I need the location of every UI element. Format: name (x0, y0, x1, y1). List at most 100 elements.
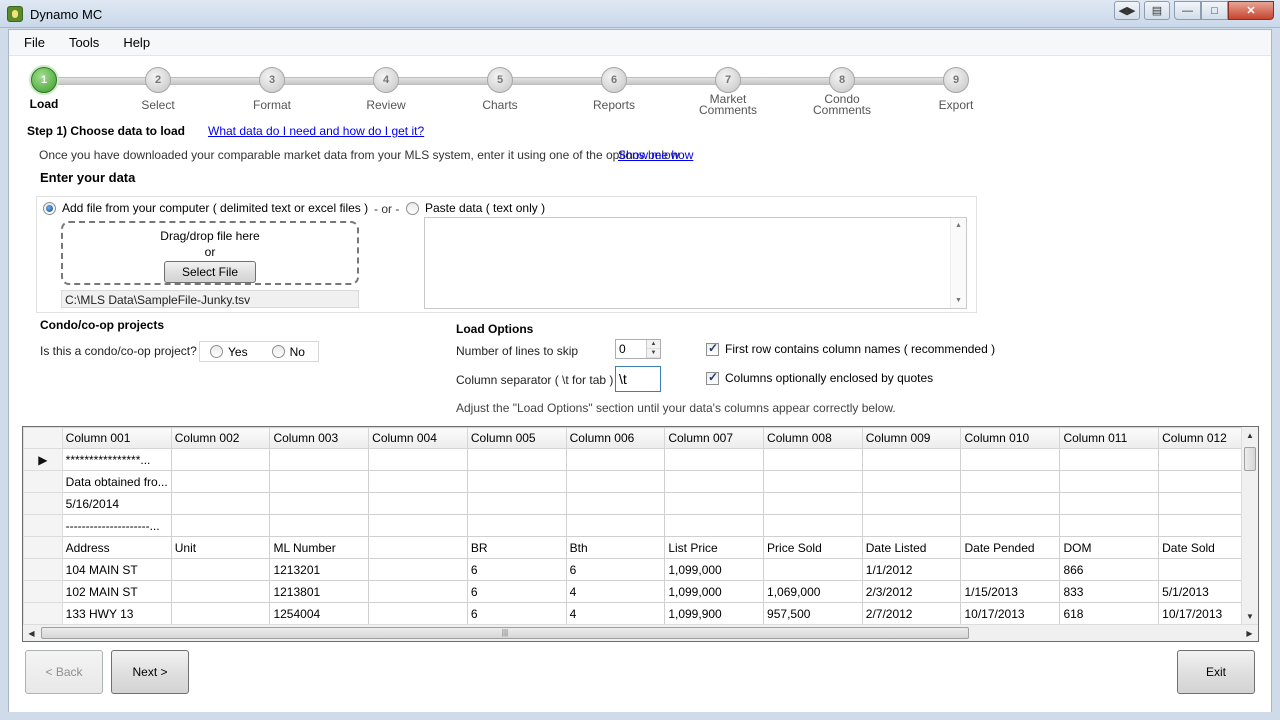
grid-cell[interactable] (269, 448, 370, 471)
paste-option-radio[interactable] (406, 201, 419, 215)
grid-cell[interactable]: Address (61, 536, 172, 559)
grid-cell[interactable] (1059, 470, 1160, 493)
grid-cell[interactable] (466, 492, 567, 515)
grid-cell[interactable] (763, 470, 863, 493)
grid-cell[interactable] (466, 448, 567, 471)
quotes-option[interactable]: Columns optionally enclosed by quotes (706, 370, 933, 385)
grid-cell[interactable] (960, 514, 1061, 537)
spin-up-icon[interactable]: ▲ (647, 340, 660, 349)
grid-cell[interactable]: Price Sold (763, 536, 863, 559)
grid-cell[interactable] (170, 514, 271, 537)
grid-cell[interactable]: 1213801 (269, 580, 370, 603)
grid-horizontal-scrollbar[interactable]: ◀ ||| ▶ (23, 624, 1258, 641)
step-format[interactable]: 3 Format (232, 67, 312, 111)
minimize-button[interactable]: — (1174, 1, 1201, 20)
row-header[interactable] (23, 514, 63, 537)
row-header[interactable] (23, 492, 63, 515)
grid-cell[interactable]: 618 (1059, 602, 1160, 625)
grid-cell[interactable] (368, 580, 468, 603)
grid-cell[interactable] (170, 580, 271, 603)
table-row[interactable]: 133 HWY 13 1254004 6 4 1,099,900 957,500 2/7/2… (23, 602, 1258, 625)
grid-cell[interactable] (664, 514, 765, 537)
grid-cell[interactable]: 104 MAIN ST (61, 558, 172, 581)
table-row[interactable]: Address Unit ML Number BR Bth List Price Price… (23, 536, 1258, 559)
grid-cell[interactable]: 6 (565, 558, 666, 581)
scroll-left-icon[interactable]: ◀ (23, 625, 40, 641)
grid-cell[interactable]: 866 (1059, 558, 1160, 581)
column-header[interactable]: Column 004 (368, 427, 468, 449)
grid-cell[interactable]: 6 (466, 580, 567, 603)
grid-cell[interactable] (1059, 448, 1160, 471)
grid-cell[interactable] (170, 602, 271, 625)
grid-cell[interactable]: 133 HWY 13 (61, 602, 172, 625)
grid-cell[interactable] (368, 514, 468, 537)
step-condo-comments[interactable]: 8 Condo Comments (802, 67, 882, 116)
column-separator-input[interactable]: \t (615, 366, 661, 392)
h-scroll-thumb[interactable]: ||| (41, 627, 969, 639)
grid-cell[interactable]: 4 (565, 580, 666, 603)
grid-cell[interactable] (763, 514, 863, 537)
step-export[interactable]: 9 Export (916, 67, 996, 111)
file-drop-zone[interactable]: Drag/drop file here or Select File (61, 221, 359, 285)
scroll-right-icon[interactable]: ▶ (1241, 625, 1258, 641)
grid-cell[interactable] (763, 448, 863, 471)
grid-cell[interactable] (861, 448, 962, 471)
step-market-comments[interactable]: 7 Market Comments (688, 67, 768, 116)
grid-cell[interactable]: 1/1/2012 (861, 558, 962, 581)
grid-cell[interactable] (664, 448, 765, 471)
maximize-button[interactable]: □ (1201, 1, 1228, 20)
skip-lines-stepper[interactable]: 0 ▲ ▼ (615, 339, 661, 359)
step-select[interactable]: 2 Select (118, 67, 198, 111)
row-header[interactable] (23, 580, 63, 603)
window-menu-button[interactable]: ▤ (1144, 1, 1170, 20)
grid-cell[interactable] (170, 492, 271, 515)
grid-cell[interactable] (269, 470, 370, 493)
grid-vertical-scrollbar[interactable]: ▲ ▼ (1241, 427, 1258, 625)
file-option[interactable]: Add file from your computer ( delimited … (43, 201, 368, 215)
column-header[interactable]: Column 010 (960, 427, 1061, 449)
table-row[interactable]: Data obtained fro... (23, 470, 1258, 493)
data-help-link[interactable]: What data do I need and how do I get it? (208, 124, 424, 138)
table-row[interactable]: ▶ ****************... (23, 448, 1258, 471)
table-row[interactable]: 104 MAIN ST 1213201 6 6 1,099,000 1/1/2012 866 (23, 558, 1258, 581)
step-charts[interactable]: 5 Charts (460, 67, 540, 111)
paste-option[interactable]: Paste data ( text only ) (406, 201, 545, 215)
grid-cell[interactable] (170, 558, 271, 581)
grid-cell[interactable]: 1,069,000 (763, 580, 863, 603)
current-row-indicator-icon[interactable]: ▶ (23, 448, 63, 471)
column-header[interactable]: Column 001 (61, 427, 172, 449)
show-me-how-link[interactable]: Show me how (618, 148, 693, 162)
spin-down-icon[interactable]: ▼ (647, 349, 660, 358)
grid-cell[interactable] (466, 514, 567, 537)
column-header[interactable]: Column 008 (763, 427, 863, 449)
paste-data-textarea[interactable]: ▲ ▼ (424, 217, 967, 309)
grid-cell[interactable] (664, 470, 765, 493)
menu-help[interactable]: Help (115, 35, 158, 50)
first-row-names-checkbox[interactable] (706, 341, 719, 356)
grid-cell[interactable]: 102 MAIN ST (61, 580, 172, 603)
step-load[interactable]: 1 Load (4, 67, 84, 110)
grid-cell[interactable]: 10/17/2013 (960, 602, 1061, 625)
grid-cell[interactable] (1059, 492, 1160, 515)
scroll-down-icon[interactable]: ▼ (1242, 608, 1258, 625)
row-header[interactable] (23, 536, 63, 559)
paste-scrollbar[interactable]: ▲ ▼ (950, 218, 966, 308)
grid-cell[interactable] (763, 558, 863, 581)
grid-cell[interactable]: 5/16/2014 (61, 492, 172, 515)
grid-cell[interactable]: 1254004 (269, 602, 370, 625)
column-header[interactable]: Column 009 (861, 427, 962, 449)
close-button[interactable]: ✕ (1228, 1, 1274, 20)
row-header[interactable] (23, 470, 63, 493)
grid-cell[interactable]: Date Listed (861, 536, 962, 559)
grid-cell[interactable]: 1/15/2013 (960, 580, 1061, 603)
column-header[interactable]: Column 011 (1059, 427, 1160, 449)
column-header[interactable]: Column 002 (170, 427, 271, 449)
grid-cell[interactable]: 2/7/2012 (861, 602, 962, 625)
table-row[interactable]: 5/16/2014 (23, 492, 1258, 515)
spinner-buttons[interactable]: ▲ ▼ (646, 340, 660, 358)
grid-cell[interactable]: Data obtained fro... (61, 470, 172, 493)
menu-file[interactable]: File (16, 35, 53, 50)
grid-cell[interactable] (269, 492, 370, 515)
file-option-radio[interactable] (43, 201, 56, 215)
grid-cell[interactable] (664, 492, 765, 515)
